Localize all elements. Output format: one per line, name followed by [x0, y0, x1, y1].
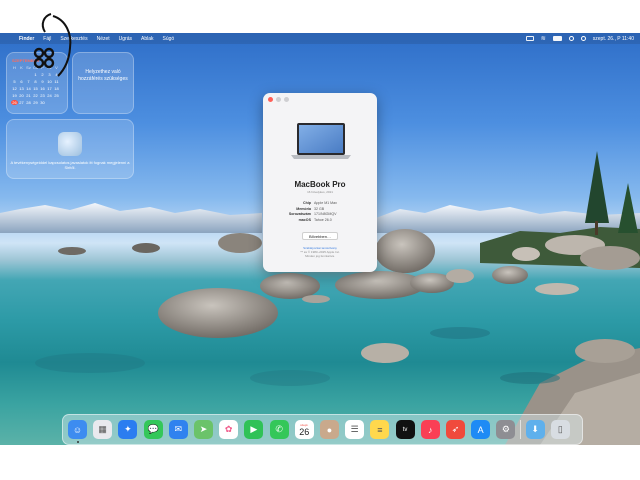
calendar-day: [53, 100, 60, 105]
calendar-day[interactable]: 19: [11, 93, 18, 98]
spec-list: Chip Apple M1 Max Memória 32 GB Sorozats…: [263, 201, 377, 223]
safari-icon[interactable]: ✦: [118, 420, 138, 439]
launchpad-icon[interactable]: ▦: [93, 420, 113, 439]
calendar-day[interactable]: 6: [18, 79, 25, 84]
music-icon[interactable]: ♪: [420, 420, 440, 439]
siri-suggestions-text: A tevékenységeiddel kapcsolatos javaslat…: [10, 160, 130, 170]
spec-row-macos: macOS Tahoe 26.0: [263, 218, 377, 224]
dock: ☺ ▦ ✦ 💬 ✉ ➤ ✿ ▶ ✆ szept. 26 ● ☰ ≡ tv ♪ ➶ A ⚙ ⬇ ▯: [62, 414, 583, 445]
menu-window[interactable]: Ablak: [141, 36, 154, 42]
reminders-icon[interactable]: ☰: [345, 420, 365, 439]
minimize-button[interactable]: [276, 97, 281, 102]
model-subtitle: 16 hüvelykes, 2021: [307, 190, 333, 194]
tv-icon[interactable]: tv: [395, 420, 415, 439]
calendar-day[interactable]: 21: [25, 93, 32, 98]
facetime-icon[interactable]: ▶: [244, 420, 264, 439]
calendar-day: [18, 72, 25, 77]
control-center-icon[interactable]: [580, 36, 586, 41]
spec-value: Tahoe 26.0: [314, 217, 332, 222]
menu-go[interactable]: Ugrás: [119, 36, 132, 42]
rocket-icon[interactable]: ➶: [446, 420, 465, 439]
desktop-screen: Finder Fájl Szerkesztés Nézet Ugrás Abla…: [0, 33, 640, 445]
menu-view[interactable]: Nézet: [97, 36, 110, 42]
dock-calendar-day: 26: [299, 426, 310, 437]
input-source-icon[interactable]: [525, 36, 534, 41]
calendar-day[interactable]: 27: [18, 100, 25, 105]
calendar-day[interactable]: 28: [25, 100, 32, 105]
downloads-folder-icon[interactable]: ⬇: [525, 420, 545, 439]
calendar-day[interactable]: 20: [18, 93, 25, 98]
model-name: MacBook Pro: [294, 180, 346, 189]
calendar-icon[interactable]: szept. 26: [294, 420, 314, 439]
menu-help[interactable]: Súgó: [163, 36, 175, 42]
siri-icon: [58, 132, 82, 156]
calendar-day: [46, 100, 53, 105]
about-footer: Szabályozási tanúsítvány ™ és © 1983–202…: [263, 246, 377, 258]
close-button[interactable]: [268, 97, 273, 102]
battery-icon[interactable]: [552, 36, 562, 41]
overlay-logo: [33, 13, 72, 77]
dock-separator: [520, 420, 521, 439]
calendar-day[interactable]: 12: [11, 86, 18, 91]
finder-icon[interactable]: ☺: [68, 420, 87, 439]
zoom-button[interactable]: [284, 97, 289, 102]
photos-icon[interactable]: ✿: [219, 420, 239, 439]
calendar-day[interactable]: 13: [18, 86, 25, 91]
calendar-weekday: H: [13, 65, 16, 70]
calendar-day: [11, 72, 18, 77]
running-indicator: [76, 441, 79, 443]
mail-icon[interactable]: ✉: [168, 420, 188, 439]
phone-icon[interactable]: ✆: [269, 420, 289, 439]
location-permission-text: Helyzethez való hozzáférés szükséges: [78, 69, 128, 82]
calendar-day[interactable]: 18: [53, 86, 60, 91]
calendar-day[interactable]: 29: [32, 100, 39, 105]
about-this-mac-window: MacBook Pro 16 hüvelykes, 2021 Chip Appl…: [263, 93, 377, 272]
app-store-icon[interactable]: A: [471, 420, 491, 439]
calendar-day[interactable]: 25: [53, 93, 60, 98]
system-settings-icon[interactable]: ⚙: [496, 420, 516, 439]
rights-text: Minden jog fenntartva.: [305, 254, 335, 258]
calendar-day[interactable]: 17: [46, 86, 53, 91]
siri-suggestions-widget[interactable]: A tevékenységeiddel kapcsolatos javaslat…: [6, 119, 134, 179]
calendar-day[interactable]: 14: [25, 86, 32, 91]
wifi-icon[interactable]: ≋: [541, 35, 546, 42]
calendar-day[interactable]: 22: [32, 93, 39, 98]
calendar-day[interactable]: 26: [11, 100, 18, 105]
spec-key: macOS: [298, 217, 311, 222]
calendar-day[interactable]: 16: [39, 86, 46, 91]
calendar-day[interactable]: 24: [46, 93, 53, 98]
weather-location-widget[interactable]: Helyzethez való hozzáférés szükséges: [72, 52, 134, 114]
calendar-weekday: K: [20, 65, 23, 70]
menu-bar: Finder Fájl Szerkesztés Nézet Ugrás Abla…: [0, 33, 640, 44]
calendar-day[interactable]: 5: [11, 79, 18, 84]
calendar-day[interactable]: 23: [39, 93, 46, 98]
more-info-button[interactable]: Bővebben…: [302, 232, 338, 240]
menu-clock[interactable]: szept. 26., P 11:40: [593, 36, 634, 42]
messages-icon[interactable]: 💬: [143, 420, 163, 439]
notes-icon[interactable]: ≡: [370, 420, 390, 439]
search-icon[interactable]: [568, 36, 574, 41]
calendar-day[interactable]: 30: [39, 100, 46, 105]
calendar-day[interactable]: 15: [32, 86, 39, 91]
macbook-image: [291, 123, 351, 159]
contacts-icon[interactable]: ●: [320, 420, 339, 439]
window-controls: [268, 97, 289, 102]
trash-icon[interactable]: ▯: [550, 420, 570, 439]
status-area: ≋ szept. 26., P 11:40: [525, 33, 634, 44]
maps-icon[interactable]: ➤: [194, 420, 213, 439]
